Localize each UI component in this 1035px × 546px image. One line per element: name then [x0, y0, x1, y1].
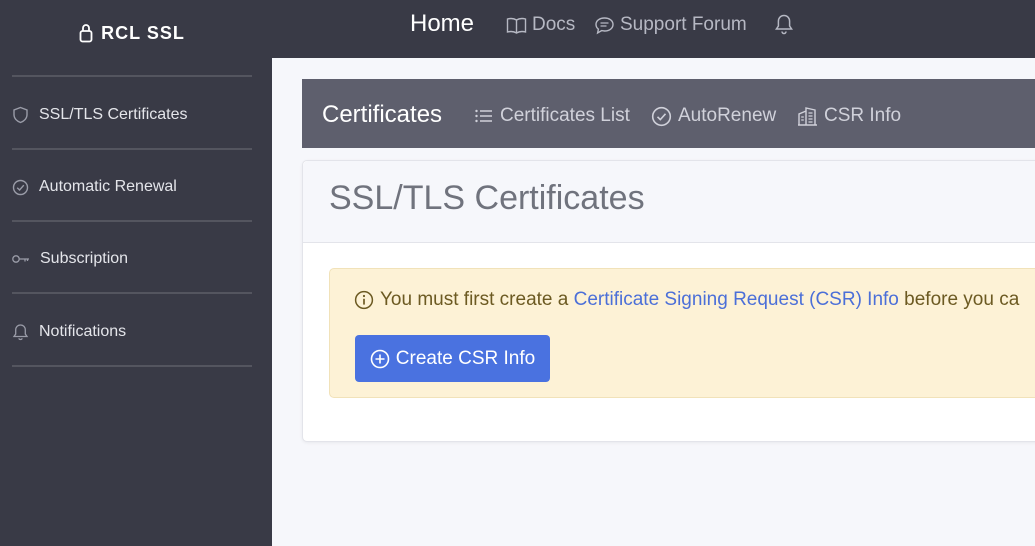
sidebar-item-label: Subscription [40, 250, 129, 267]
subnav-link-label: CSR Info [824, 105, 902, 126]
sidebar-item-label: Notifications [39, 323, 127, 340]
check-circle-icon [12, 179, 29, 195]
sidebar-divider [12, 148, 252, 150]
nav-forum-link[interactable]: Support Forum [594, 14, 747, 36]
nav-docs-link[interactable]: Docs [506, 14, 575, 36]
bell-icon [774, 14, 794, 35]
subnav-certificates-list-link[interactable]: Certificates List [474, 105, 630, 127]
sidebar-item-label: SSL/TLS Certificates [39, 106, 188, 123]
chat-icon [595, 16, 614, 34]
csr-info-link[interactable]: Certificate Signing Request (CSR) Info [574, 289, 899, 311]
sidebar-divider [12, 220, 252, 222]
list-icon [475, 109, 492, 123]
card-header: SSL/TLS Certificates [303, 161, 1035, 243]
certificates-card: SSL/TLS Certificates You must first crea… [302, 160, 1035, 442]
create-csr-info-button[interactable]: Create CSR Info [355, 335, 550, 382]
subnav-autorenew-link[interactable]: AutoRenew [651, 105, 776, 127]
subnav-title: Certificates [322, 101, 443, 128]
page-title: SSL/TLS Certificates [329, 179, 645, 217]
sidebar-item-automatic-renewal[interactable]: Automatic Renewal [0, 152, 264, 222]
subnav-link-label: Certificates List [500, 105, 630, 126]
subnav-link-label: AutoRenew [678, 105, 777, 126]
alert-prefix: You must first create a [380, 289, 574, 310]
sidebar: RCL SSL SSL/TLS Certificates Automatic R… [0, 0, 272, 546]
shield-icon [13, 106, 28, 124]
info-icon [354, 290, 374, 310]
sidebar-divider [12, 292, 252, 294]
csr-required-alert: You must first create a Certificate Sign… [329, 268, 1035, 398]
sidebar-item-label: Automatic Renewal [39, 178, 177, 195]
alert-suffix: before you ca [898, 289, 1020, 310]
brand-name: RCL SSL [101, 22, 185, 43]
plus-circle-icon [370, 349, 390, 368]
nav-docs-label: Docs [532, 14, 576, 35]
sidebar-item-ssl-certificates[interactable]: SSL/TLS Certificates [0, 80, 264, 150]
create-csr-info-label: Create CSR Info [395, 347, 536, 369]
alert-message: You must first create a Certificate Sign… [354, 289, 1019, 311]
building-icon [798, 107, 817, 126]
bell-icon [12, 324, 29, 341]
key-icon [12, 255, 29, 263]
notifications-bell-button[interactable] [774, 13, 794, 40]
nav-home-link[interactable]: Home [410, 10, 474, 38]
nav-forum-label: Support Forum [620, 14, 747, 35]
lock-icon [79, 24, 93, 43]
sidebar-divider [12, 75, 252, 77]
certificates-subnav: Certificates Certificates List AutoRenew… [302, 79, 1035, 148]
sidebar-item-subscription[interactable]: Subscription [0, 224, 264, 294]
sidebar-item-notifications[interactable]: Notifications [0, 297, 264, 367]
subnav-csr-info-link[interactable]: CSR Info [797, 105, 901, 127]
brand-logo[interactable]: RCL SSL [0, 0, 264, 76]
top-navbar: Home Docs Support Forum [272, 0, 1035, 58]
check-circle-icon [651, 106, 672, 126]
sidebar-divider [12, 365, 252, 367]
book-icon [506, 17, 527, 34]
